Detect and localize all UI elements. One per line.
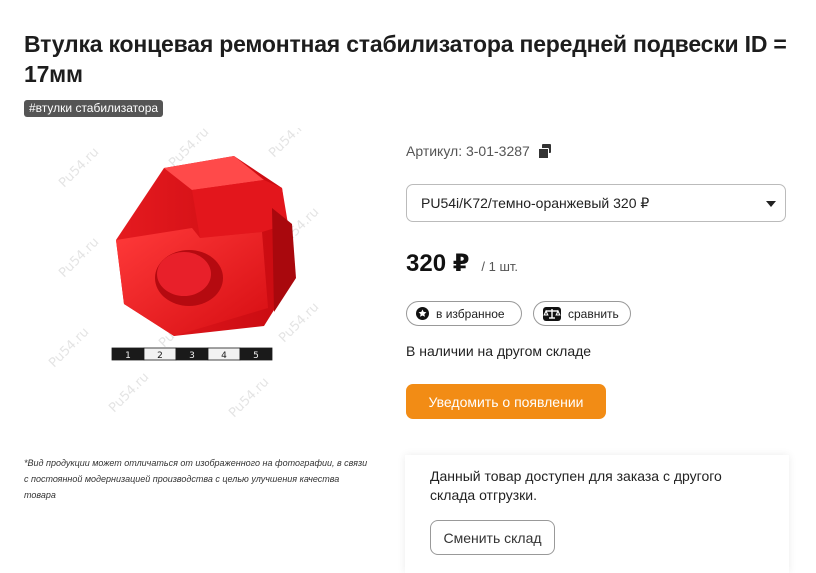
favorite-button[interactable]: в избранное — [406, 301, 522, 326]
change-warehouse-button[interactable]: Сменить склад — [430, 520, 555, 555]
warehouse-message: Данный товар доступен для заказа с друго… — [430, 468, 722, 503]
ruler-mark-label: 4 — [221, 351, 227, 361]
ruler-mark-label: 2 — [157, 351, 163, 361]
ruler-mark-label: 3 — [189, 351, 195, 361]
price-unit: / 1 шт. — [481, 259, 519, 274]
chevron-down-icon — [766, 201, 776, 207]
variant-selected-value: PU54i/K72/темно-оранжевый 320 ₽ — [421, 194, 650, 211]
watermark-text: Pu54.ru — [106, 370, 152, 416]
copy-icon[interactable] — [537, 144, 552, 159]
compare-button[interactable]: сравнить — [533, 301, 631, 326]
watermark-text: Pu54.ru — [56, 145, 102, 191]
product-photo: Pu54.ru Pu54.ru Pu54.ru Pu54.ru Pu54.ru Pu54.… — [24, 115, 374, 428]
notify-button[interactable]: Уведомить о появлении — [406, 384, 606, 419]
photo-disclaimer: *Вид продукции может отличаться от изобр… — [24, 458, 368, 500]
watermark-text: Pu54.ru — [46, 325, 92, 371]
product-image: Pu54.ru Pu54.ru Pu54.ruPu54.ruPu54.ruPu54.… — [46, 115, 322, 421]
watermark-text: Pu54.ru — [226, 375, 272, 421]
ruler-mark-label: 5 — [253, 351, 259, 361]
sku-row: Артикул: 3-01-3287 — [406, 143, 552, 159]
watermark-text: Pu54.ru — [266, 128, 312, 161]
warehouse-card: Данный товар доступен для заказа с друго… — [405, 455, 789, 573]
ruler-mark-label: 1 — [125, 351, 131, 361]
variant-select[interactable]: PU54i/K72/темно-оранжевый 320 ₽ — [406, 184, 786, 222]
star-icon — [416, 307, 429, 320]
price-value: 320 ₽ — [406, 250, 470, 277]
scales-icon — [543, 306, 561, 321]
watermark-text: Pu54.ru — [276, 300, 322, 346]
compare-label: сравнить — [568, 306, 619, 321]
favorite-label: в избранное — [436, 306, 505, 321]
price-block: 320 ₽ / 1 шт. — [406, 249, 518, 278]
sku-text: Артикул: 3-01-3287 — [406, 143, 530, 159]
product-title: Втулка концевая ремонтная стабилизатора … — [24, 31, 787, 87]
watermark-text: Pu54.ru — [56, 235, 102, 281]
scale-ruler: 1 2 3 4 5 — [111, 347, 273, 361]
category-tag[interactable]: #втулки стабилизатора — [24, 100, 164, 117]
stock-status: В наличии на другом складе — [406, 343, 592, 359]
